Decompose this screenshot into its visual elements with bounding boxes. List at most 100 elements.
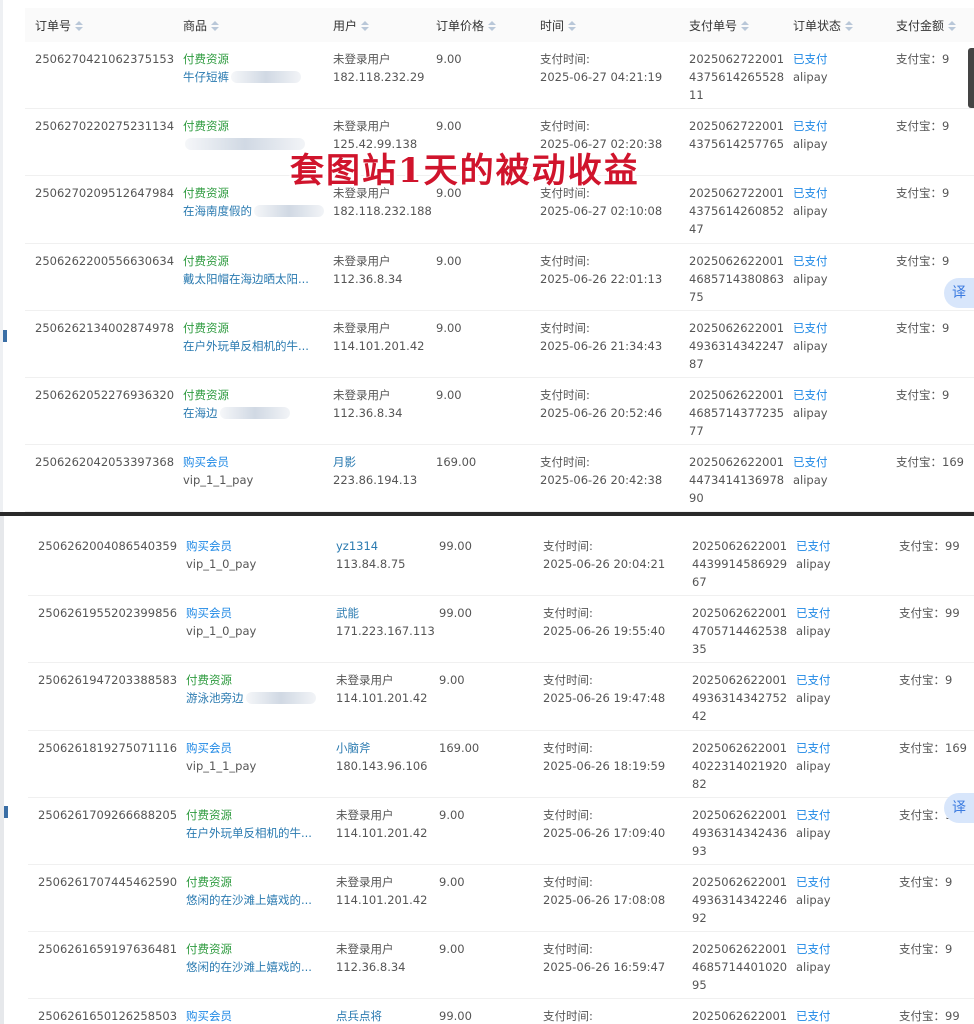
payment-no-line: 2025062622001 — [689, 453, 784, 471]
product-name-text[interactable]: vip_1_0_pay — [186, 624, 256, 638]
user-name[interactable]: 月影 — [333, 453, 417, 471]
table-row[interactable]: 2506261707445462590付费资源悠闲的在沙滩上嬉戏的...未登录用… — [28, 865, 974, 932]
col-product[interactable]: 商品 — [183, 8, 219, 44]
payment-no-line: 93 — [692, 842, 787, 860]
product-name[interactable]: 游泳池旁边 — [186, 689, 316, 707]
order-id[interactable]: 2506261659197636481 — [38, 940, 177, 958]
order-id[interactable]: 2506261707445462590 — [38, 873, 177, 891]
table-row[interactable]: 2506262052276936320付费资源在海边未登录用户112.36.8.… — [25, 378, 974, 445]
order-id[interactable]: 2506261819275071116 — [38, 739, 177, 757]
product-name[interactable]: vip_1_1_pay — [183, 471, 253, 489]
user-name[interactable]: 点兵点将 — [336, 1007, 382, 1024]
product-name[interactable]: vip_1_0_pay — [186, 622, 256, 640]
payment-no-line: 2025062622001 — [692, 873, 787, 891]
col-payment-no[interactable]: 支付单号 — [689, 8, 749, 44]
table-row[interactable]: 2506261819275071116购买会员vip_1_1_pay小脑斧180… — [28, 731, 974, 798]
pay-amount: 支付宝：169 — [899, 739, 967, 757]
user-name[interactable]: yz1314 — [336, 537, 406, 555]
translate-button[interactable]: 译 — [944, 278, 974, 308]
payment-no-line: 2025062722001 — [689, 50, 784, 68]
col-order-no[interactable]: 订单号 — [35, 8, 83, 44]
product-name[interactable]: 在户外玩单反相机的牛... — [186, 824, 312, 842]
table-row[interactable]: 2506262004086540359购买会员vip_1_0_payyz1314… — [28, 529, 974, 596]
status-badge: 已支付 — [796, 604, 831, 622]
status-badge: 已支付 — [796, 940, 831, 958]
table-row[interactable]: 2506261947203388583付费资源游泳池旁边未登录用户114.101… — [28, 663, 974, 730]
table-row[interactable]: 2506270421062375153付费资源牛仔短裤未登录用户182.118.… — [25, 42, 974, 109]
user-name: 未登录用户 — [336, 873, 427, 891]
product-name[interactable]: 牛仔短裤 — [183, 68, 301, 86]
user-name[interactable]: 武能 — [336, 604, 435, 622]
user-ip: 112.36.8.34 — [333, 270, 403, 288]
product-name[interactable]: 戴太阳帽在海边晒太阳... — [183, 270, 309, 288]
product-name[interactable]: 在海南度假的 — [183, 202, 324, 220]
sort-icon[interactable] — [75, 21, 83, 31]
time-value: 2025-06-26 19:47:48 — [543, 689, 665, 707]
product-name-text[interactable]: vip_1_0_pay — [186, 557, 256, 571]
translate-button[interactable]: 译 — [944, 793, 974, 823]
product-name[interactable]: 在户外玩单反相机的牛... — [183, 337, 309, 355]
status-cell: 已支付alipay — [796, 604, 831, 640]
table-row[interactable]: 2506261955202399856购买会员vip_1_0_pay武能171.… — [28, 596, 974, 663]
product-name[interactable]: 悠闲的在沙滩上嬉戏的... — [186, 958, 312, 976]
product-name-text[interactable]: vip_1_1_pay — [186, 759, 256, 773]
product-name[interactable]: 悠闲的在沙滩上嬉戏的... — [186, 891, 312, 909]
order-id[interactable]: 2506261947203388583 — [38, 671, 177, 689]
status-cell: 已支付alipay — [793, 252, 828, 288]
pay-method: alipay — [796, 824, 831, 842]
order-id[interactable]: 2506261650126258503 — [38, 1007, 177, 1024]
col-amount[interactable]: 支付金额 — [896, 8, 956, 44]
table-row[interactable]: 2506262042053397368购买会员vip_1_1_pay月影223.… — [25, 445, 974, 512]
user-cell: 未登录用户182.118.232.29 — [333, 50, 424, 86]
user-name[interactable]: 小脑斧 — [336, 739, 427, 757]
sort-icon[interactable] — [948, 21, 956, 31]
col-time[interactable]: 时间 — [540, 8, 576, 44]
table-row[interactable]: 2506261659197636481付费资源悠闲的在沙滩上嬉戏的...未登录用… — [28, 932, 974, 999]
product-name-text[interactable]: 悠闲的在沙滩上嬉戏的... — [186, 893, 312, 907]
product-name[interactable] — [183, 135, 305, 153]
col-status[interactable]: 订单状态 — [793, 8, 853, 44]
time-cell: 支付时间:2025-06-26 17:09:40 — [543, 806, 665, 842]
status-cell: 已支付 — [796, 1007, 831, 1024]
order-id[interactable]: 2506261955202399856 — [38, 604, 177, 622]
order-id[interactable]: 2506261709266688205 — [38, 806, 177, 824]
sort-icon[interactable] — [211, 21, 219, 31]
product-name-text[interactable]: 游泳池旁边 — [186, 691, 244, 705]
product-name-text[interactable]: 在海南度假的 — [183, 204, 252, 218]
screenshot-stage: { "overlay_title": "套图站1天的被动收益", "waterm… — [0, 0, 974, 1024]
product-name-text[interactable]: 戴太阳帽在海边晒太阳... — [183, 272, 309, 286]
sort-icon[interactable] — [568, 21, 576, 31]
product-name[interactable]: 在海边 — [183, 404, 290, 422]
sort-icon[interactable] — [741, 21, 749, 31]
order-id[interactable]: 2506270421062375153 — [35, 50, 174, 68]
product-name-text[interactable]: 在海边 — [183, 406, 218, 420]
product-name-text[interactable]: 牛仔短裤 — [183, 70, 229, 84]
table-row[interactable]: 2506261709266688205付费资源在户外玩单反相机的牛...未登录用… — [28, 798, 974, 865]
product-name-text[interactable]: 在户外玩单反相机的牛... — [183, 339, 309, 353]
product-name-text[interactable]: 悠闲的在沙滩上嬉戏的... — [186, 960, 312, 974]
table-row[interactable]: 2506262134002874978付费资源在户外玩单反相机的牛...未登录用… — [25, 311, 974, 378]
col-price[interactable]: 订单价格 — [436, 8, 496, 44]
table-row[interactable]: 2506262200556630634付费资源戴太阳帽在海边晒太阳...未登录用… — [25, 244, 974, 311]
col-user[interactable]: 用户 — [333, 8, 369, 44]
table-row[interactable]: 2506261650126258503购买会员点兵点将99.00支付时间:202… — [28, 999, 974, 1024]
order-id[interactable]: 2506262004086540359 — [38, 537, 177, 555]
order-id[interactable]: 2506262200556630634 — [35, 252, 174, 270]
order-id[interactable]: 2506262042053397368 — [35, 453, 174, 471]
order-id[interactable]: 2506262134002874978 — [35, 319, 174, 337]
status-cell: 已支付alipay — [793, 453, 828, 489]
product-name-text[interactable]: vip_1_1_pay — [183, 473, 253, 487]
sort-icon[interactable] — [845, 21, 853, 31]
product-name-text[interactable]: 在户外玩单反相机的牛... — [186, 826, 312, 840]
product-name[interactable]: vip_1_1_pay — [186, 757, 256, 775]
order-id[interactable]: 2506262052276936320 — [35, 386, 174, 404]
scrollbar[interactable] — [968, 48, 974, 108]
time-value: 2025-06-26 20:04:21 — [543, 555, 665, 573]
order-id[interactable]: 2506270209512647984 — [35, 184, 174, 202]
order-id[interactable]: 2506270220275231134 — [35, 117, 174, 135]
sort-icon[interactable] — [488, 21, 496, 31]
product-name[interactable]: vip_1_0_pay — [186, 555, 256, 573]
status-badge: 已支付 — [796, 806, 831, 824]
sort-icon[interactable] — [361, 21, 369, 31]
product-type: 付费资源 — [186, 671, 316, 689]
